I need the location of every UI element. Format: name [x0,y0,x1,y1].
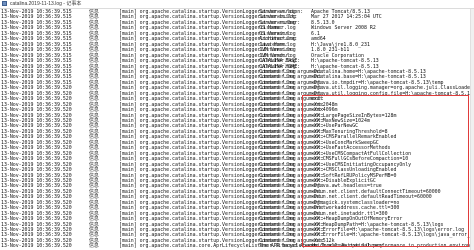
vertical-scrollbar[interactable] [470,9,474,250]
text-editor-area[interactable]: 13-Nov-2019 10:36:39.515 信息 [main] org.apa… [0,9,474,250]
log-level: 信息 [89,243,99,250]
window-titlebar: catalina.2019-11-13.log - 记事本 [0,0,474,9]
log-timestamp: 13-Nov-2019 10:36:39.520 [1,243,72,250]
notepad-icon [2,1,7,6]
log-value: -XX:ErrorFile=H:\apache-tomcat-8.5.13\lo… [311,232,474,239]
log-value: -Djava.util.logging.config.file=H:\apach… [311,90,474,97]
log-value: Windows Server 2008 R2 [311,25,376,32]
window-title: catalina.2019-11-13.log - 记事本 [10,1,82,7]
log-value: which allows optimal performance in prod… [311,243,474,250]
